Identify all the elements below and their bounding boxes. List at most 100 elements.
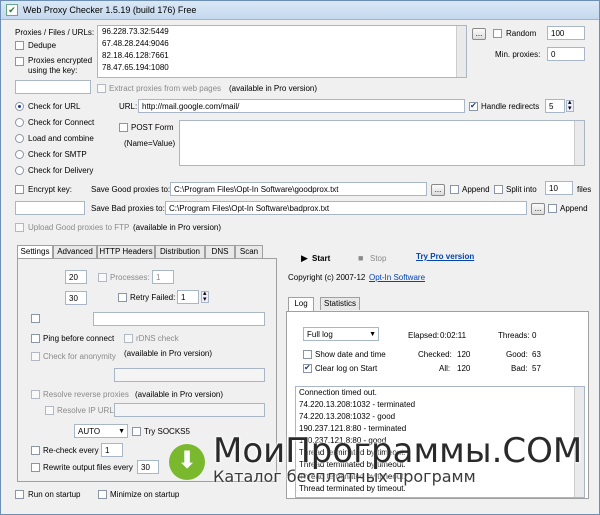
post-scrollbar[interactable]	[574, 121, 584, 165]
post-form-input[interactable]	[179, 120, 585, 166]
window-title: Web Proxy Checker 1.5.19 (build 176) Fre…	[23, 5, 197, 15]
tab-dns[interactable]: DNS	[205, 245, 235, 258]
proxies-scrollbar[interactable]	[456, 26, 466, 77]
encrypted-checkbox[interactable]	[15, 57, 24, 66]
bad-label: Bad:	[511, 364, 528, 373]
key-input[interactable]	[15, 80, 91, 94]
good-label: Good:	[506, 350, 528, 359]
clear-log-checkbox[interactable]	[303, 363, 312, 373]
dedupe-checkbox[interactable]	[15, 41, 24, 50]
encrypt-key-label: Encrypt key:	[28, 185, 73, 194]
app-icon: ✔	[6, 4, 18, 16]
append-good-checkbox[interactable]	[450, 185, 459, 194]
check-url-label: Check for URL	[28, 102, 81, 111]
setting-input-2[interactable]: 30	[65, 291, 87, 305]
option-input[interactable]	[93, 312, 265, 326]
resolve-ip-label: Resolve IP URL:	[57, 406, 116, 415]
tab-advanced[interactable]: Advanced	[53, 245, 97, 258]
check-delivery-label: Check for Delivery	[28, 166, 94, 175]
minimize-startup-checkbox[interactable]	[98, 490, 107, 499]
extract-checkbox[interactable]	[97, 84, 106, 93]
good-browse-button[interactable]: ...	[431, 184, 445, 196]
tab-http-headers[interactable]: HTTP Headers	[97, 245, 155, 258]
resolve-ip-checkbox[interactable]	[45, 406, 54, 415]
proxies-list[interactable]: 96.228.73.32:5449 67.48.28.244:9046 82.1…	[97, 25, 467, 78]
check-connect-label: Check for Connect	[28, 118, 95, 127]
recheck-input[interactable]: 1	[101, 443, 123, 457]
rdns-checkbox[interactable]	[124, 334, 133, 343]
try-pro-link[interactable]: Try Pro version	[416, 252, 474, 261]
good-value: 63	[532, 350, 541, 359]
watermark-title: МоиПрограммы.COM	[213, 431, 583, 471]
start-button[interactable]: Start	[312, 254, 330, 263]
protocol-select[interactable]: AUTO ▼	[74, 424, 128, 438]
processes-input[interactable]: 1	[152, 270, 174, 284]
resolve-reverse-checkbox[interactable]	[31, 390, 40, 399]
tab-scan[interactable]: Scan	[235, 245, 263, 258]
tab-log[interactable]: Log	[288, 297, 314, 311]
tab-settings[interactable]: Settings	[17, 245, 53, 259]
recheck-checkbox[interactable]	[31, 446, 40, 455]
retry-failed-checkbox[interactable]	[118, 293, 127, 302]
show-datetime-checkbox[interactable]	[303, 350, 312, 359]
bad-browse-button[interactable]: ...	[531, 203, 545, 215]
handle-redirects-checkbox[interactable]	[469, 101, 478, 111]
load-combine-label: Load and combine	[28, 134, 94, 143]
anonymity-input[interactable]	[114, 368, 265, 382]
proxy-item[interactable]: 82.18.46.128:7661	[98, 50, 466, 62]
append-bad-label: Append	[560, 204, 588, 213]
proxies-browse-button[interactable]: ...	[472, 28, 486, 40]
processes-label: Processes:	[110, 273, 150, 282]
post-form-checkbox[interactable]	[119, 123, 128, 132]
setting-input-1[interactable]: 20	[65, 270, 87, 284]
redirects-spinner[interactable]	[566, 98, 574, 112]
resolve-ip-input[interactable]	[114, 403, 265, 417]
load-combine-radio[interactable]	[15, 134, 24, 143]
min-proxies-input[interactable]: 0	[547, 47, 585, 61]
proxy-item[interactable]: 96.228.73.32:5449	[98, 26, 466, 38]
upload-ftp-checkbox[interactable]	[15, 223, 24, 232]
stop-icon: ■	[358, 253, 364, 263]
rewrite-checkbox[interactable]	[31, 463, 40, 472]
try-socks-checkbox[interactable]	[132, 427, 141, 436]
all-label: All:	[439, 364, 451, 373]
processes-checkbox[interactable]	[98, 273, 107, 282]
ping-checkbox[interactable]	[31, 334, 40, 343]
url-input[interactable]: http://mail.google.com/mail/	[138, 99, 465, 113]
anonymity-label: Check for anonymity	[43, 352, 116, 361]
anonymity-checkbox[interactable]	[31, 352, 40, 361]
log-line: 74.220.13.208:1032 - terminated	[299, 400, 416, 409]
split-into-checkbox[interactable]	[494, 185, 503, 194]
run-startup-checkbox[interactable]	[15, 490, 24, 499]
split-input[interactable]: 10	[545, 181, 573, 195]
option-checkbox[interactable]	[31, 314, 40, 323]
stop-button[interactable]: Stop	[370, 254, 386, 263]
redirects-input[interactable]: 5	[545, 99, 565, 113]
tab-distribution[interactable]: Distribution	[155, 245, 205, 258]
elapsed-label: Elapsed:	[408, 331, 440, 340]
proxy-item[interactable]: 67.48.28.244:9046	[98, 38, 466, 50]
chevron-down-icon: ▼	[369, 331, 376, 338]
random-input[interactable]: 100	[547, 26, 585, 40]
anonymity-pro-note: (available in Pro version)	[124, 349, 213, 358]
checked-label: Checked:	[418, 350, 452, 359]
retry-input[interactable]: 1	[177, 290, 199, 304]
random-checkbox[interactable]	[493, 29, 502, 38]
retry-spinner[interactable]	[201, 289, 209, 303]
check-url-radio[interactable]	[15, 102, 24, 111]
append-bad-checkbox[interactable]	[548, 204, 557, 213]
check-connect-radio[interactable]	[15, 118, 24, 127]
company-link[interactable]: Opt-In Software	[369, 273, 425, 282]
name-value-label: (Name=Value)	[124, 139, 176, 148]
check-delivery-radio[interactable]	[15, 166, 24, 175]
title-bar: ✔ Web Proxy Checker 1.5.19 (build 176) F…	[1, 1, 599, 20]
proxy-item[interactable]: 78.47.65.194:1080	[98, 62, 466, 74]
encrypt-key-input[interactable]	[15, 201, 85, 215]
good-path-input[interactable]: C:\Program Files\Opt-In Software\goodpro…	[170, 182, 427, 196]
encrypt-key-checkbox[interactable]	[15, 185, 24, 194]
bad-path-input[interactable]: C:\Program Files\Opt-In Software\badprox…	[165, 201, 527, 215]
rewrite-input[interactable]: 30	[137, 460, 159, 474]
tab-statistics[interactable]: Statistics	[320, 297, 360, 310]
check-smtp-radio[interactable]	[15, 150, 24, 159]
log-mode-select[interactable]: Full log ▼	[303, 327, 379, 341]
